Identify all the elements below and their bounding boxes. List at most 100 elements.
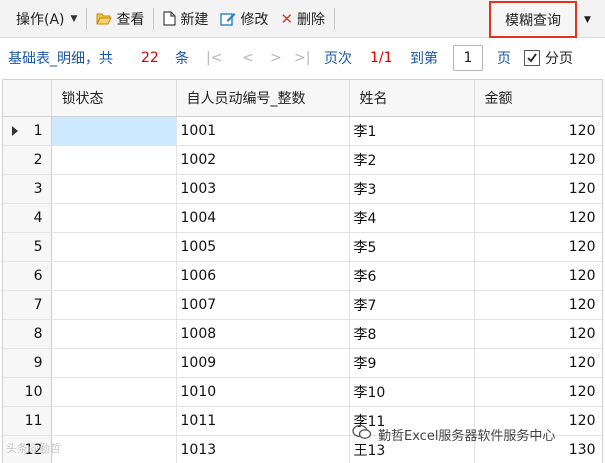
page-unit: 页 xyxy=(497,51,511,67)
column-header-amount[interactable]: 金额 xyxy=(474,80,602,117)
view-button[interactable]: 查看 xyxy=(90,5,150,33)
lock-status-cell[interactable] xyxy=(51,290,177,320)
new-button[interactable]: 新建 xyxy=(157,5,214,33)
first-page-button[interactable]: |< xyxy=(206,39,222,77)
column-header-name[interactable]: 姓名 xyxy=(349,80,475,117)
name-cell[interactable]: 李1 xyxy=(349,116,475,146)
lock-status-cell[interactable] xyxy=(51,319,177,349)
paging-toggle[interactable]: 分页 xyxy=(524,39,573,77)
row-number-cell[interactable]: 7 xyxy=(3,290,52,320)
id-cell[interactable]: 1002 xyxy=(176,145,350,175)
toolbar-separator xyxy=(86,7,88,30)
amount-cell[interactable]: 120 xyxy=(474,232,602,262)
total-suffix: 条 xyxy=(175,51,189,67)
data-table: 锁状态 自人员动编号_整数 姓名 金额 1 1001 李1 120 2 1002 李2 120… xyxy=(3,80,602,463)
operate-label: 操作(A) xyxy=(16,11,65,28)
name-cell[interactable]: 李10 xyxy=(349,377,475,407)
amount-cell[interactable]: 120 xyxy=(474,377,602,407)
id-cell[interactable]: 1010 xyxy=(176,377,350,407)
last-page-button[interactable]: >| xyxy=(294,39,310,77)
id-cell[interactable]: 1009 xyxy=(176,348,350,378)
row-number-cell[interactable]: 6 xyxy=(3,261,52,291)
row-number-cell[interactable]: 10 xyxy=(3,377,52,407)
id-cell[interactable]: 1011 xyxy=(176,406,350,436)
edit-button[interactable]: 修改 xyxy=(214,5,274,33)
table-row[interactable]: 6 1006 李6 120 xyxy=(3,261,602,291)
id-cell[interactable]: 1004 xyxy=(176,203,350,233)
lock-status-cell[interactable] xyxy=(51,174,177,204)
id-cell[interactable]: 1005 xyxy=(176,232,350,262)
name-cell[interactable]: 李8 xyxy=(349,319,475,349)
table-row[interactable]: 5 1005 李5 120 xyxy=(3,232,602,262)
id-cell[interactable]: 1008 xyxy=(176,319,350,349)
operate-menu-button[interactable]: 操作(A) ▼ xyxy=(10,5,83,33)
watermark-right-text: 勤哲Excel服务器软件服务中心 xyxy=(378,428,556,444)
column-header-id[interactable]: 自人员动编号_整数 xyxy=(176,80,350,117)
amount-cell[interactable]: 120 xyxy=(474,348,602,378)
name-cell[interactable]: 李4 xyxy=(349,203,475,233)
id-cell[interactable]: 1003 xyxy=(176,174,350,204)
toolbar-separator xyxy=(153,7,155,30)
table-row[interactable]: 2 1002 李2 120 xyxy=(3,145,602,175)
fuzzy-query-label: 模糊查询 xyxy=(505,12,561,29)
lock-status-cell[interactable] xyxy=(51,232,177,262)
amount-cell[interactable]: 120 xyxy=(474,319,602,349)
goto-label: 到第 xyxy=(410,51,438,67)
amount-cell[interactable]: 120 xyxy=(474,203,602,233)
view-label: 查看 xyxy=(116,11,145,28)
lock-status-cell[interactable] xyxy=(51,377,177,407)
total-count: 22 xyxy=(141,50,159,66)
lock-status-cell[interactable] xyxy=(51,261,177,291)
amount-cell[interactable]: 120 xyxy=(474,174,602,204)
row-number-header[interactable] xyxy=(3,80,52,117)
paging-checkbox[interactable] xyxy=(524,50,540,66)
lock-status-cell[interactable] xyxy=(51,348,177,378)
prev-page-button[interactable]: < xyxy=(242,39,254,77)
row-number-cell[interactable]: 11 xyxy=(3,406,52,436)
table-row[interactable]: 8 1008 李8 120 xyxy=(3,319,602,349)
new-label: 新建 xyxy=(180,11,209,28)
lock-status-cell[interactable] xyxy=(51,203,177,233)
table-row[interactable]: 9 1009 李9 120 xyxy=(3,348,602,378)
name-cell[interactable]: 李6 xyxy=(349,261,475,291)
row-number-cell[interactable]: 1 xyxy=(3,116,52,146)
table-row[interactable]: 7 1007 李7 120 xyxy=(3,290,602,320)
row-number-cell[interactable]: 8 xyxy=(3,319,52,349)
lock-status-cell[interactable] xyxy=(51,145,177,175)
table-row[interactable]: 1 1001 李1 120 xyxy=(3,116,602,146)
amount-cell[interactable]: 120 xyxy=(474,261,602,291)
table-header-row: 锁状态 自人员动编号_整数 姓名 金额 xyxy=(3,80,602,117)
table-row[interactable]: 10 1010 李10 120 xyxy=(3,377,602,407)
fuzzy-query-dropdown-icon[interactable]: ▼ xyxy=(584,15,591,25)
name-cell[interactable]: 李2 xyxy=(349,145,475,175)
goto-page-input[interactable] xyxy=(453,45,483,71)
name-cell[interactable]: 李7 xyxy=(349,290,475,320)
lock-status-cell[interactable] xyxy=(51,116,177,146)
fuzzy-query-button[interactable]: 模糊查询 xyxy=(489,1,577,38)
next-page-button[interactable]: > xyxy=(270,39,282,77)
amount-cell[interactable]: 120 xyxy=(474,290,602,320)
edit-pencil-icon xyxy=(220,11,236,26)
row-number-cell[interactable]: 2 xyxy=(3,145,52,175)
table-row[interactable]: 4 1004 李4 120 xyxy=(3,203,602,233)
row-number-cell[interactable]: 3 xyxy=(3,174,52,204)
name-cell[interactable]: 李5 xyxy=(349,232,475,262)
row-number-cell[interactable]: 9 xyxy=(3,348,52,378)
name-cell[interactable]: 李9 xyxy=(349,348,475,378)
page-count-value: 1/1 xyxy=(370,50,393,66)
lock-status-cell[interactable] xyxy=(51,435,177,463)
id-cell[interactable]: 1001 xyxy=(176,116,350,146)
row-number-cell[interactable]: 5 xyxy=(3,232,52,262)
id-cell[interactable]: 1006 xyxy=(176,261,350,291)
name-cell[interactable]: 李3 xyxy=(349,174,475,204)
id-cell[interactable]: 1007 xyxy=(176,290,350,320)
amount-cell[interactable]: 120 xyxy=(474,116,602,146)
amount-cell[interactable]: 120 xyxy=(474,145,602,175)
row-number-cell[interactable]: 4 xyxy=(3,203,52,233)
table-row[interactable]: 3 1003 李3 120 xyxy=(3,174,602,204)
column-header-lock-status[interactable]: 锁状态 xyxy=(51,80,177,117)
watermark-right: 勤哲Excel服务器软件服务中心 xyxy=(352,424,555,444)
delete-button[interactable]: ✕ 删除 xyxy=(274,5,331,33)
id-cell[interactable]: 1013 xyxy=(176,435,350,463)
lock-status-cell[interactable] xyxy=(51,406,177,436)
